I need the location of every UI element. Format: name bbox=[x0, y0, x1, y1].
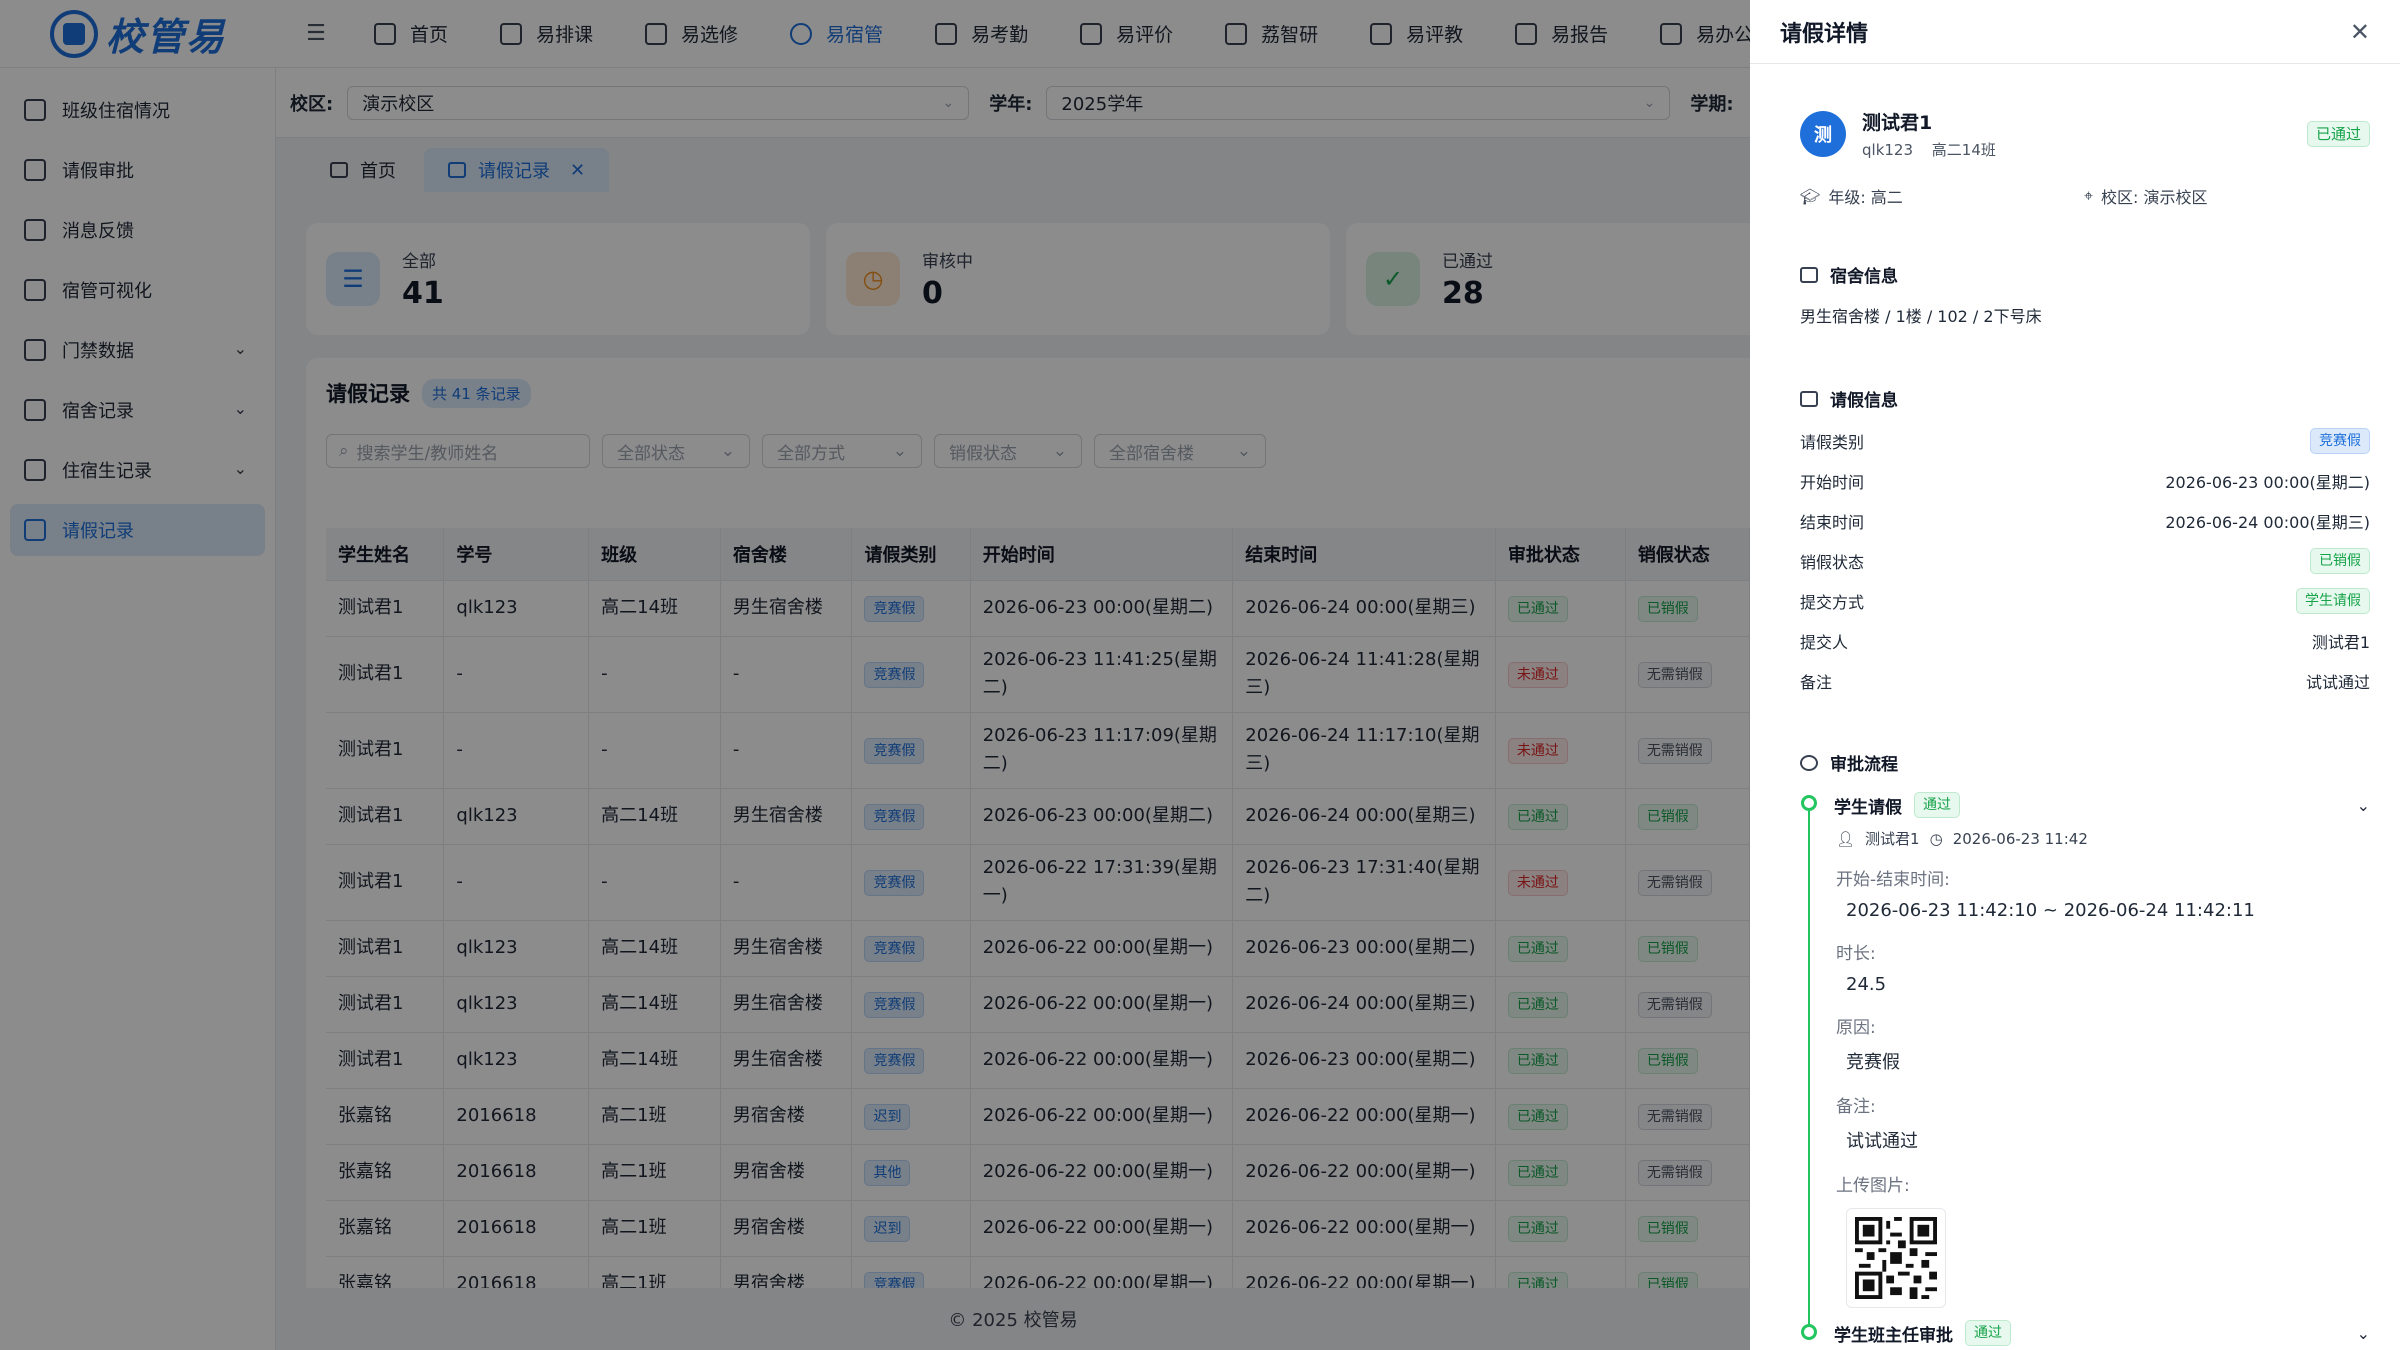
student-grade: 年级: 高二 bbox=[1828, 188, 1903, 207]
step1-user: 测试君1 bbox=[1865, 830, 1920, 848]
step1-title: 学生请假 bbox=[1834, 797, 1902, 818]
drawer-title: 请假详情 bbox=[1780, 21, 1869, 47]
dorm-info-section: 宿舍信息 男生宿舍楼 / 1楼 / 102 / 2下号床 bbox=[1800, 262, 2370, 327]
step2-status-badge: 通过 bbox=[1965, 1320, 2011, 1346]
cancel-status-row: 销假状态 已销假 bbox=[1800, 541, 2370, 581]
remark-row: 备注 试试通过 bbox=[1800, 661, 2370, 701]
remark-value: 试试通过 bbox=[2305, 673, 2370, 692]
cancel-status-badge: 已销假 bbox=[2310, 548, 2370, 574]
flow-step-1: 学生请假 通过 ⌄ 👤︎ 测试君1 ◷ 2026-06-23 11:42 开始-… bbox=[1834, 792, 2370, 1308]
range-value: 2026-06-23 11:42:10 ~ 2026-06-24 11:42:1… bbox=[1846, 900, 2255, 921]
flow-icon bbox=[1800, 754, 1818, 771]
chevron-down-icon[interactable]: ⌄ bbox=[2357, 1324, 2370, 1343]
step2-title: 学生班主任审批 bbox=[1834, 1325, 1953, 1346]
location-pin-icon: ⌖ bbox=[2084, 186, 2094, 205]
submit-method-label: 提交方式 bbox=[1800, 593, 1865, 612]
start-time-row: 开始时间 2026-06-23 00:00(星期二) bbox=[1800, 461, 2370, 501]
approval-flow-section: 审批流程 bbox=[1800, 750, 2370, 775]
student-id: qlk123 bbox=[1862, 141, 1914, 159]
leave-info-section: 请假信息 请假类别 竞赛假 开始时间 2026-06-23 00:00(星期二) 结… bbox=[1800, 386, 2370, 701]
dorm-info-title: 宿舍信息 bbox=[1830, 267, 1898, 287]
chevron-down-icon[interactable]: ⌄ bbox=[2357, 796, 2370, 815]
range-label: 开始-结束时间: bbox=[1836, 870, 1950, 890]
close-icon[interactable]: ✕ bbox=[2350, 18, 2370, 46]
remark-label: 备注 bbox=[1800, 673, 1833, 692]
student-info: 测 测试君1 qlk123 高二14班 已通过 🎓︎ 年级: 高二 ⌖ 校区: … bbox=[1800, 108, 2370, 208]
user-icon: 👤︎ bbox=[1836, 829, 1856, 848]
modal-overlay[interactable] bbox=[0, 0, 1750, 1350]
submit-method-row: 提交方式 学生请假 bbox=[1800, 581, 2370, 621]
reason-value: 竞赛假 bbox=[1846, 1052, 1900, 1073]
leave-type-row: 请假类别 竞赛假 bbox=[1800, 421, 2370, 461]
start-time-value: 2026-06-23 00:00(星期二) bbox=[2165, 473, 2370, 492]
duration-value: 24.5 bbox=[1846, 974, 1887, 995]
flow-step-dot bbox=[1801, 795, 1817, 811]
calendar-icon bbox=[1800, 390, 1818, 407]
submitter-row: 提交人 测试君1 bbox=[1800, 621, 2370, 661]
submit-method-badge: 学生请假 bbox=[2296, 588, 2370, 614]
cancel-status-label: 销假状态 bbox=[1800, 553, 1865, 572]
duration-label: 时长: bbox=[1836, 944, 1876, 964]
flow-step-2: 学生班主任审批 通过 ⌄ bbox=[1834, 1320, 2370, 1346]
flow-timeline-line bbox=[1808, 808, 1810, 1328]
step1-time: 2026-06-23 11:42 bbox=[1952, 829, 2088, 848]
image-label: 上传图片: bbox=[1836, 1176, 1910, 1196]
flow-remark-value: 试试通过 bbox=[1846, 1131, 1918, 1152]
dorm-info-value: 男生宿舍楼 / 1楼 / 102 / 2下号床 bbox=[1800, 307, 2042, 326]
end-time-value: 2026-06-24 00:00(星期三) bbox=[2165, 513, 2370, 532]
approval-flow-title: 审批流程 bbox=[1830, 755, 1898, 775]
status-badge: 已通过 bbox=[2306, 121, 2370, 147]
drawer-header: 请假详情 ✕ bbox=[1750, 0, 2400, 64]
student-class: 高二14班 bbox=[1931, 141, 1996, 159]
leave-info-title: 请假信息 bbox=[1830, 391, 1898, 411]
start-time-label: 开始时间 bbox=[1800, 473, 1865, 492]
qr-code-icon bbox=[1855, 1217, 1937, 1299]
student-campus: 校区: 演示校区 bbox=[2101, 188, 2208, 207]
flow-remark-label: 备注: bbox=[1836, 1097, 1876, 1117]
step1-status-badge: 通过 bbox=[1914, 792, 1960, 818]
submitter-value: 测试君1 bbox=[2311, 633, 2370, 652]
end-time-row: 结束时间 2026-06-24 00:00(星期三) bbox=[1800, 501, 2370, 541]
leave-detail-drawer: 请假详情 ✕ 测 测试君1 qlk123 高二14班 已通过 🎓︎ 年级: 高二… bbox=[1750, 0, 2400, 1350]
avatar: 测 bbox=[1800, 111, 1846, 157]
reason-label: 原因: bbox=[1836, 1018, 1876, 1038]
submitter-label: 提交人 bbox=[1800, 633, 1849, 652]
leave-type-badge: 竞赛假 bbox=[2310, 428, 2370, 454]
clock-icon: ◷ bbox=[1929, 829, 1943, 848]
uploaded-image-qr-code[interactable] bbox=[1846, 1208, 1946, 1308]
student-name: 测试君1 bbox=[1862, 112, 1933, 134]
leave-type-label: 请假类别 bbox=[1800, 433, 1865, 452]
end-time-label: 结束时间 bbox=[1800, 513, 1865, 532]
bed-icon bbox=[1800, 266, 1818, 283]
flow-step-dot bbox=[1801, 1324, 1817, 1340]
graduation-cap-icon: 🎓︎ bbox=[1800, 186, 1821, 206]
